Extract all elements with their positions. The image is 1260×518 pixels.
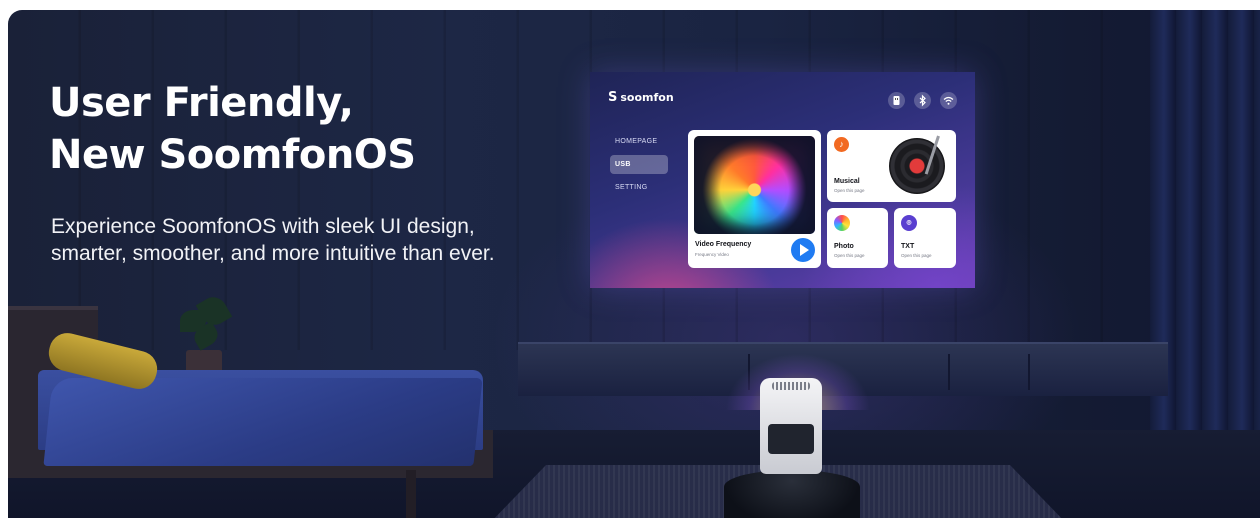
projector-grille [772,382,810,390]
status-bar [888,92,957,109]
photo-icon [834,215,850,231]
cabinet-divider [948,354,950,390]
nav-item-setting[interactable]: SETTING [610,178,668,197]
blanket [43,378,483,466]
video-card-title: Video Frequency [695,241,752,248]
cabinet-divider [1028,354,1030,390]
description-line-1: Experience SoomfonOS with sleek UI desig… [51,215,475,238]
title-line-1: User Friendly, [49,80,354,126]
video-card-subtitle: Frequency Video [695,252,729,257]
thumbnail-vignette [694,136,815,234]
bed-leg [406,470,416,518]
soomfon-logo: S soomfon [608,90,674,105]
description-line-2: smarter, smoother, and more intuitive th… [51,242,495,265]
photo-card-title: Photo [834,243,854,250]
os-side-nav: HOMEPAGE USB SETTING [610,132,668,201]
txt-card[interactable]: ◎ TXT Open this page [894,208,956,268]
projector-window [768,424,814,454]
txt-card-title: TXT [901,243,915,250]
music-note-icon: ♪ [834,137,849,152]
wifi-icon [940,92,957,109]
logo-mark-icon: S [608,90,618,105]
title-line-2: New SoomfonOS [49,132,416,178]
projector-device [760,378,822,474]
txt-card-subtitle: Open this page [901,253,932,258]
photo-card-subtitle: Open this page [834,253,865,258]
bluetooth-icon [914,92,931,109]
music-card-subtitle: Open this page [834,188,865,193]
usb-drive-icon [888,92,905,109]
play-button[interactable] [791,238,815,262]
nav-item-homepage[interactable]: HOMEPAGE [610,132,668,151]
hero-description: Experience SoomfonOS with sleek UI desig… [51,213,571,267]
page-title: User Friendly, New SoomfonOS [49,77,416,181]
photo-card[interactable]: Photo Open this page [827,208,888,268]
stool [724,470,860,518]
video-card[interactable]: Video Frequency Frequency Video [688,130,821,268]
logo-text: soomfon [620,91,674,104]
txt-file-icon: ◎ [901,215,917,231]
music-card-title: Musical [834,178,860,185]
music-card[interactable]: ♪ Musical Open this page [827,130,956,202]
nav-item-usb[interactable]: USB [610,155,668,174]
projected-os-screen: S soomfon HOMEPAGE USB SETTING Video Fre… [590,72,975,288]
